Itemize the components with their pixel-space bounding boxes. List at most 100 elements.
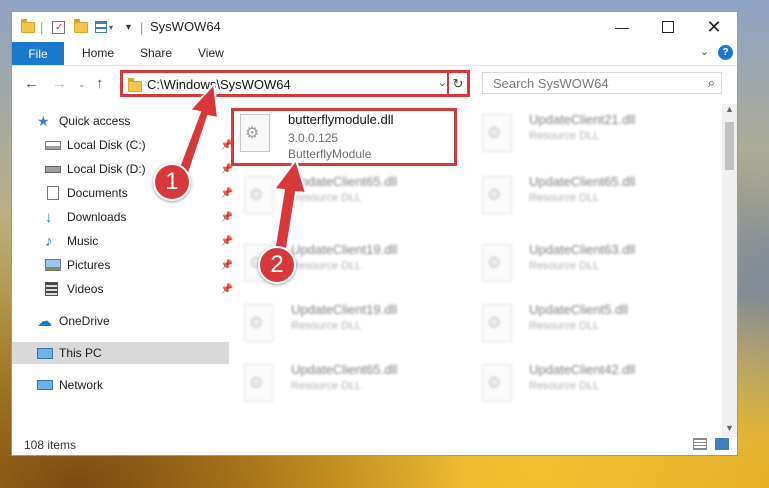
status-bar: 108 items: [12, 434, 737, 455]
sidebar-item-documents[interactable]: Documents 📌: [12, 182, 237, 204]
sidebar-item-pictures[interactable]: Pictures 📌: [12, 254, 237, 276]
recent-locations-icon[interactable]: ⌄: [78, 79, 86, 90]
videos-icon: [45, 282, 58, 296]
sidebar-item-local-disk-d[interactable]: Local Disk (D:) 📌: [12, 158, 237, 180]
new-folder-icon[interactable]: [74, 18, 88, 35]
download-icon: ↓: [45, 208, 53, 226]
tab-home[interactable]: Home: [82, 46, 114, 60]
sidebar-item-videos[interactable]: Videos 📌: [12, 278, 237, 300]
sidebar-item-label: Pictures: [67, 258, 111, 272]
file-description: Resource DLL: [529, 192, 600, 204]
address-path[interactable]: C:\Windows\SysWOW64: [147, 77, 291, 92]
documents-icon: [47, 186, 59, 200]
close-button[interactable]: ✕: [691, 12, 737, 42]
vertical-scrollbar[interactable]: ▲ ▼: [722, 104, 737, 437]
file-name: UpdateClient65.dll: [291, 362, 398, 377]
dll-file-icon: ⚙: [240, 114, 270, 152]
sidebar-item-label: Music: [67, 234, 99, 248]
step-2-badge: 2: [258, 246, 296, 284]
file-tile[interactable]: ⚙ UpdateClient21.dll Resource DLL: [472, 108, 702, 160]
music-icon: ♪: [45, 232, 53, 250]
star-icon: ★: [37, 112, 50, 129]
file-description: Resource DLL: [291, 320, 362, 332]
sidebar-item-onedrive[interactable]: ☁ OneDrive: [12, 310, 229, 332]
file-name: UpdateClient19.dll: [291, 242, 398, 257]
network-icon: [37, 380, 53, 390]
sidebar-item-label: Documents: [67, 186, 128, 200]
sidebar-item-music[interactable]: ♪ Music 📌: [12, 230, 237, 252]
drive-icon: [45, 140, 61, 150]
file-description: ButterflyModule: [288, 147, 372, 161]
file-explorer-window: | ✓ ▾ ▾ | SysWOW64 — ✕ File Home Share V…: [11, 11, 738, 456]
dll-file-icon: ⚙: [482, 304, 512, 342]
file-tile[interactable]: ⚙ UpdateClient65.dll Resource DLL: [234, 170, 464, 222]
gear-icon: ⚙: [245, 125, 260, 142]
help-icon[interactable]: ?: [718, 45, 733, 60]
dll-file-icon: ⚙: [482, 364, 512, 402]
dll-file-icon: ⚙: [244, 364, 274, 402]
file-name: UpdateClient19.dll: [291, 302, 398, 317]
properties-icon[interactable]: ✓: [52, 19, 65, 35]
file-description: Resource DLL: [529, 320, 600, 332]
file-name: UpdateClient63.dll: [529, 242, 636, 257]
cloud-icon: ☁: [37, 312, 52, 330]
sidebar-item-label: OneDrive: [59, 314, 110, 328]
step-1-badge: 1: [153, 163, 191, 201]
file-description: Resource DLL: [291, 260, 362, 272]
file-tile[interactable]: ⚙ UpdateClient65.dll Resource DLL: [472, 170, 702, 222]
sidebar-item-downloads[interactable]: ↓ Downloads 📌: [12, 206, 237, 228]
sidebar-item-network[interactable]: Network: [12, 374, 229, 396]
sidebar-item-label: Local Disk (D:): [67, 162, 146, 176]
file-tile[interactable]: ⚙ UpdateClient5.dll Resource DLL: [472, 298, 702, 350]
window-title: SysWOW64: [150, 19, 221, 34]
file-tile[interactable]: ⚙ UpdateClient42.dll Resource DLL: [472, 358, 702, 410]
address-dropdown-icon[interactable]: ⌄: [438, 76, 447, 89]
sidebar-item-label: Network: [59, 378, 104, 392]
file-description: Resource DLL: [529, 260, 600, 272]
large-icons-view-icon[interactable]: [715, 438, 729, 450]
chevron-down-icon[interactable]: ⌄: [700, 45, 709, 58]
search-icon: ⌕: [707, 75, 715, 90]
file-name: UpdateClient65.dll: [291, 174, 398, 189]
file-name: UpdateClient5.dll: [529, 302, 629, 317]
file-description: Resource DLL: [291, 192, 362, 204]
tab-view[interactable]: View: [198, 46, 224, 60]
dll-file-icon: ⚙: [244, 176, 274, 214]
up-arrow-icon[interactable]: ↑: [96, 75, 104, 92]
sidebar-item-local-disk-c[interactable]: Local Disk (C:) 📌: [12, 134, 237, 156]
tab-file[interactable]: File: [12, 42, 64, 65]
forward-arrow-icon[interactable]: →: [52, 75, 67, 92]
file-tile[interactable]: ⚙ UpdateClient63.dll Resource DLL: [472, 238, 702, 290]
scroll-up-icon[interactable]: ▲: [722, 104, 737, 118]
scroll-thumb[interactable]: [725, 122, 734, 170]
address-folder-icon: [128, 78, 142, 92]
file-list: ⚙ butterflymodule.dll 3.0.0.125 Butterfl…: [222, 104, 720, 434]
dropdown-arrow-icon[interactable]: ▾: [126, 19, 131, 35]
search-input[interactable]: Search SysWOW64 ⌕: [482, 72, 722, 94]
details-view-icon[interactable]: [693, 438, 707, 450]
maximize-button[interactable]: [645, 12, 691, 42]
sidebar-item-quick-access[interactable]: ★ Quick access: [12, 110, 229, 132]
sidebar-item-label: This PC: [59, 346, 102, 360]
separator: |: [40, 19, 44, 35]
file-tile-butterflymodule[interactable]: ⚙ butterflymodule.dll 3.0.0.125 Butterfl…: [231, 108, 457, 166]
file-name: UpdateClient42.dll: [529, 362, 636, 377]
back-arrow-icon[interactable]: ←: [24, 75, 39, 92]
minimize-button[interactable]: —: [599, 12, 645, 42]
window-folder-icon: [21, 18, 35, 35]
refresh-icon[interactable]: ↻: [447, 73, 467, 94]
dll-file-icon: ⚙: [244, 304, 274, 342]
sidebar-item-label: Local Disk (C:): [67, 138, 146, 152]
address-bar[interactable]: C:\Windows\SysWOW64 ⌄ ↻: [120, 70, 470, 97]
file-tile[interactable]: ⚙ UpdateClient65.dll Resource DLL: [234, 358, 464, 410]
customize-quick-access-icon[interactable]: ▾: [95, 19, 113, 35]
sidebar-item-label: Videos: [67, 282, 104, 296]
file-tile[interactable]: ⚙ UpdateClient19.dll Resource DLL: [234, 298, 464, 350]
file-description: Resource DLL: [529, 130, 600, 142]
address-row: ← → ⌄ ↑ C:\Windows\SysWOW64 ⌄ ↻ Search S…: [12, 66, 737, 102]
file-name: UpdateClient65.dll: [529, 174, 636, 189]
sidebar-item-this-pc[interactable]: This PC: [12, 342, 229, 364]
tab-share[interactable]: Share: [140, 46, 172, 60]
dll-file-icon: ⚙: [482, 176, 512, 214]
file-description: Resource DLL: [291, 380, 362, 392]
